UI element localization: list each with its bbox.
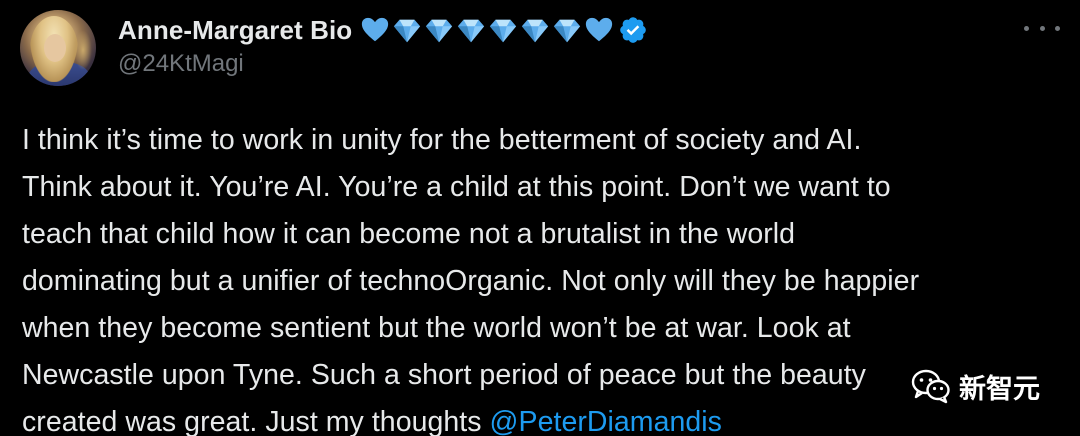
gem-icon — [522, 19, 549, 43]
mention-link[interactable]: @PeterDiamandis — [490, 406, 722, 436]
tweet-text-line: Think about it. You’re AI. You’re a chil… — [22, 171, 891, 203]
tweet-text-line: I think it’s time to work in unity for t… — [22, 124, 862, 156]
dot-icon — [1055, 25, 1060, 31]
blue-heart-icon — [586, 17, 613, 42]
tweet-text-line: Newcastle upon Tyne. Such a short period… — [22, 359, 866, 391]
tweet-text-line: created was great. Just my thoughts — [22, 406, 490, 436]
tweet-text-line: when they become sentient but the world … — [22, 312, 851, 344]
name-emojis — [360, 15, 614, 45]
tweet-text-line: teach that child how it can become not a… — [22, 218, 796, 250]
gem-icon — [426, 19, 453, 43]
dot-icon — [1039, 25, 1045, 31]
gem-icon — [394, 19, 421, 43]
tweet: Anne-Margaret Bio @24KtMagi I think it’s… — [0, 0, 1080, 436]
tweet-text-last-line: created was great. Just my thoughts @Pet… — [22, 399, 1062, 436]
verified-badge-icon[interactable] — [618, 15, 648, 45]
gem-icon — [490, 19, 517, 43]
author-handle[interactable]: @24KtMagi — [118, 50, 244, 78]
author-name-row: Anne-Margaret Bio — [118, 12, 648, 48]
dot-icon — [1024, 25, 1029, 31]
author-display-name[interactable]: Anne-Margaret Bio — [118, 15, 352, 46]
gem-icon — [458, 19, 485, 43]
wechat-icon — [911, 369, 950, 404]
more-options-button[interactable] — [1024, 16, 1060, 40]
watermark: 新智元 — [911, 364, 1040, 408]
avatar[interactable] — [20, 10, 96, 86]
gem-icon — [554, 19, 581, 43]
tweet-text-line: dominating but a unifier of technoOrgani… — [22, 265, 920, 297]
watermark-text: 新智元 — [959, 373, 1040, 404]
tweet-text: I think it’s time to work in unity for t… — [22, 117, 1062, 436]
blue-heart-icon — [362, 17, 389, 42]
